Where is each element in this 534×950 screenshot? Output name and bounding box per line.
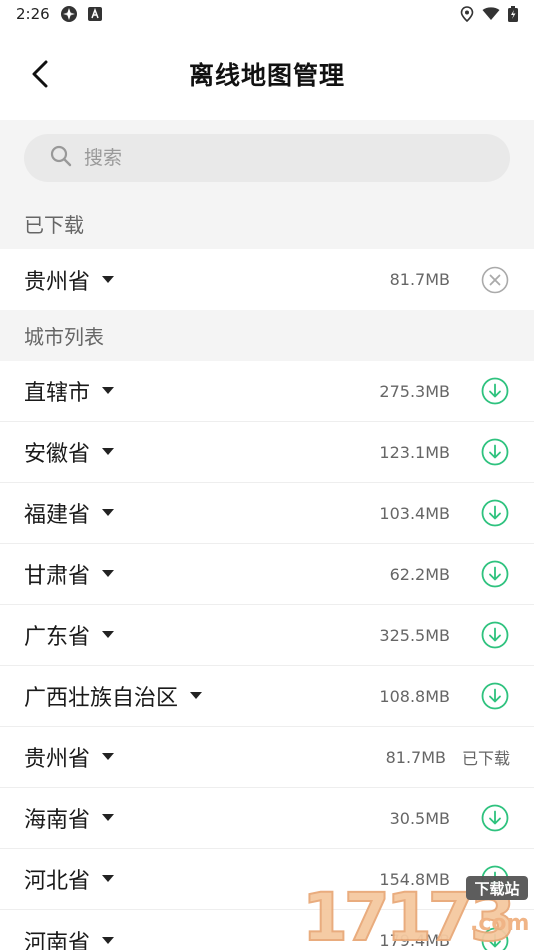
delete-button[interactable]: [480, 265, 510, 295]
map-size: 275.3MB: [379, 381, 450, 401]
province-name[interactable]: 贵州省: [24, 741, 115, 773]
battery-icon: [508, 6, 518, 22]
province-name[interactable]: 福建省: [24, 497, 115, 529]
province-label: 广西壮族自治区: [24, 686, 179, 711]
downloaded-list: 贵州省 81.7MB: [0, 249, 534, 310]
a-notification-icon: [87, 7, 102, 21]
province-name[interactable]: 安徽省: [24, 436, 115, 468]
page-title: 离线地图管理: [188, 61, 345, 90]
caret-down-icon: [102, 629, 115, 641]
download-button[interactable]: [480, 437, 510, 467]
section-header-city-list: 城市列表: [0, 310, 534, 361]
search-box[interactable]: [24, 134, 510, 182]
province-label: 安徽省: [24, 442, 91, 467]
download-button[interactable]: [480, 620, 510, 650]
map-size: 123.1MB: [379, 442, 450, 462]
header: 离线地图管理: [0, 28, 534, 120]
map-size: 103.4MB: [379, 503, 450, 523]
search-input[interactable]: [84, 147, 484, 169]
caret-down-icon: [102, 751, 115, 763]
download-button[interactable]: [480, 803, 510, 833]
map-size: 108.8MB: [379, 686, 450, 706]
caret-down-icon: [102, 507, 115, 519]
province-label: 海南省: [24, 808, 91, 833]
download-icon: [481, 804, 509, 832]
province-name[interactable]: 广西壮族自治区: [24, 680, 203, 712]
map-size: 81.7MB: [389, 270, 450, 289]
province-label: 甘肃省: [24, 564, 91, 589]
caret-down-icon: [102, 935, 115, 947]
city-list: 直辖市 275.3MB 安徽省 123.1MB 福建省 103.4MB 甘肃省 …: [0, 361, 534, 950]
watermark-domain: .com: [470, 911, 529, 936]
download-button[interactable]: [480, 376, 510, 406]
list-item: 福建省 103.4MB: [0, 483, 534, 544]
caret-down-icon: [102, 873, 115, 885]
section-header-downloaded: 已下载: [0, 198, 534, 249]
list-item: 广东省 325.5MB: [0, 605, 534, 666]
caret-down-icon: [190, 690, 203, 702]
download-button[interactable]: [480, 681, 510, 711]
back-arrow-icon: [32, 60, 48, 88]
download-icon: [481, 560, 509, 588]
province-name[interactable]: 广东省: [24, 619, 115, 651]
province-name[interactable]: 河北省: [24, 863, 115, 895]
wifi-icon: [482, 7, 500, 21]
status-right: [460, 6, 518, 22]
province-label: 河北省: [24, 869, 91, 894]
caret-down-icon: [102, 568, 115, 580]
province-label: 贵州省: [24, 269, 91, 295]
list-item: 广西壮族自治区 108.8MB: [0, 666, 534, 727]
list-item: 贵州省 81.7MB: [0, 249, 534, 310]
search-area: [0, 120, 534, 198]
download-icon: [481, 438, 509, 466]
downloaded-status: 已下载: [461, 749, 510, 768]
download-icon: [481, 377, 509, 405]
caret-down-icon: [102, 812, 115, 824]
map-size: 30.5MB: [389, 808, 450, 828]
map-size: 325.5MB: [379, 625, 450, 645]
province-name[interactable]: 直辖市: [24, 375, 115, 407]
map-size: 81.7MB: [385, 747, 446, 767]
list-item: 直辖市 275.3MB: [0, 361, 534, 422]
caret-down-icon: [102, 385, 115, 397]
download-button[interactable]: [480, 498, 510, 528]
list-item: 安徽省 123.1MB: [0, 422, 534, 483]
download-button[interactable]: [480, 559, 510, 589]
list-item: 海南省 30.5MB: [0, 788, 534, 849]
province-name[interactable]: 贵州省: [24, 264, 115, 296]
search-icon: [50, 145, 72, 171]
status-time: 2:26: [16, 5, 50, 23]
download-icon: [481, 682, 509, 710]
province-label: 河南省: [24, 930, 91, 950]
status-bar: 2:26: [0, 0, 534, 28]
province-label: 广东省: [24, 625, 91, 650]
province-name[interactable]: 甘肃省: [24, 558, 115, 590]
watermark-tag: 下载站: [474, 880, 519, 898]
app-notification-icon: [60, 5, 78, 23]
list-item: 贵州省 81.7MB 已下载: [0, 727, 534, 788]
watermark-logo: 17173 下载站 .com: [300, 874, 530, 950]
province-name[interactable]: 海南省: [24, 802, 115, 834]
download-icon: [481, 621, 509, 649]
back-button[interactable]: [22, 56, 58, 92]
province-label: 贵州省: [24, 747, 91, 772]
delete-circle-icon: [481, 266, 509, 293]
location-icon: [460, 6, 474, 22]
province-name[interactable]: 河南省: [24, 925, 115, 950]
caret-down-icon: [102, 274, 115, 286]
caret-down-icon: [102, 446, 115, 458]
map-size: 62.2MB: [389, 564, 450, 584]
download-icon: [481, 499, 509, 527]
province-label: 福建省: [24, 503, 91, 528]
list-item: 甘肃省 62.2MB: [0, 544, 534, 605]
status-left: 2:26: [16, 5, 102, 23]
province-label: 直辖市: [24, 381, 91, 406]
